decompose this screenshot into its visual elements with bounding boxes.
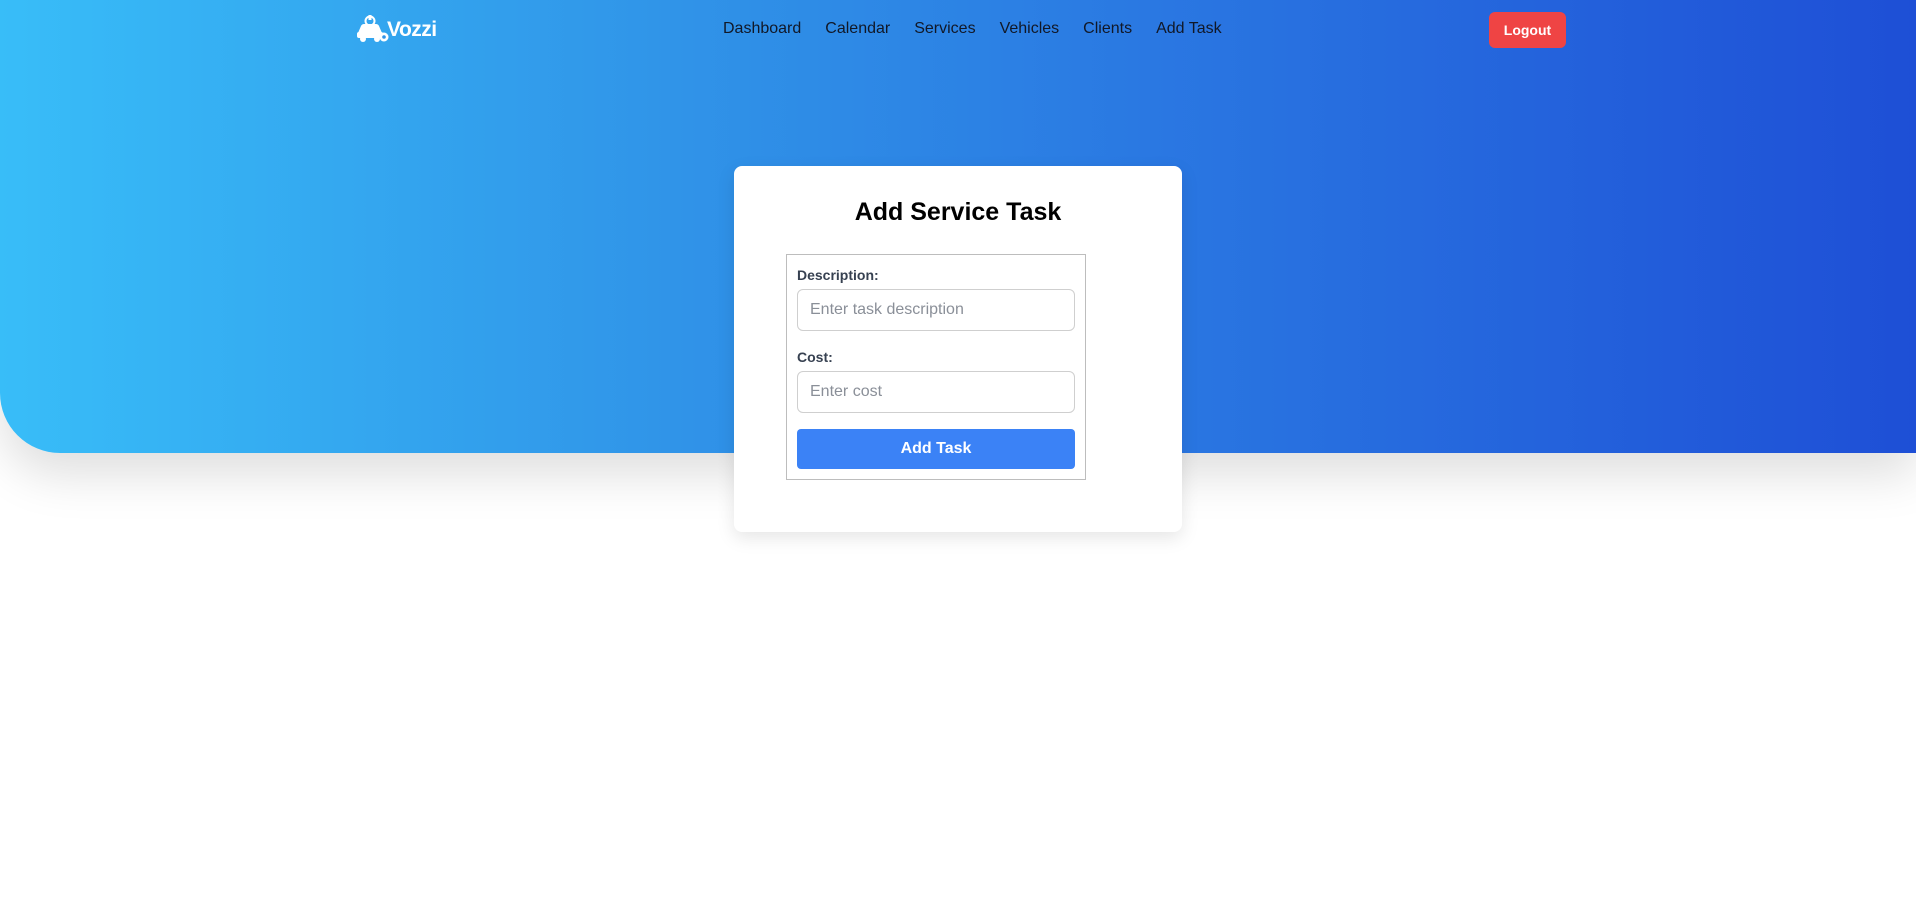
nav-link-calendar[interactable]: Calendar — [825, 19, 890, 39]
nav-link-dashboard[interactable]: Dashboard — [723, 19, 801, 39]
nav-links: Dashboard Calendar Services Vehicles Cli… — [723, 19, 1246, 39]
cost-input[interactable] — [797, 371, 1075, 413]
nav-link-clients[interactable]: Clients — [1083, 19, 1132, 39]
cost-label: Cost: — [797, 349, 833, 365]
add-task-card: Add Service Task Description: Cost: Add … — [734, 166, 1182, 532]
logout-button[interactable]: Logout — [1489, 12, 1566, 48]
nav-link-add-task[interactable]: Add Task — [1156, 19, 1222, 39]
top-navbar: Vozzi Dashboard Calendar Services Vehicl… — [0, 0, 1916, 60]
brand-name: Vozzi — [387, 18, 437, 41]
car-wrench-icon — [357, 15, 389, 42]
description-label: Description: — [797, 267, 879, 283]
description-input[interactable] — [797, 289, 1075, 331]
brand-logo[interactable]: Vozzi — [355, 14, 437, 46]
page-title: Add Service Task — [854, 198, 1062, 226]
add-task-form: Description: Cost: Add Task — [786, 254, 1086, 480]
nav-link-services[interactable]: Services — [914, 19, 975, 39]
add-task-button[interactable]: Add Task — [797, 429, 1075, 469]
nav-link-vehicles[interactable]: Vehicles — [1000, 19, 1060, 39]
